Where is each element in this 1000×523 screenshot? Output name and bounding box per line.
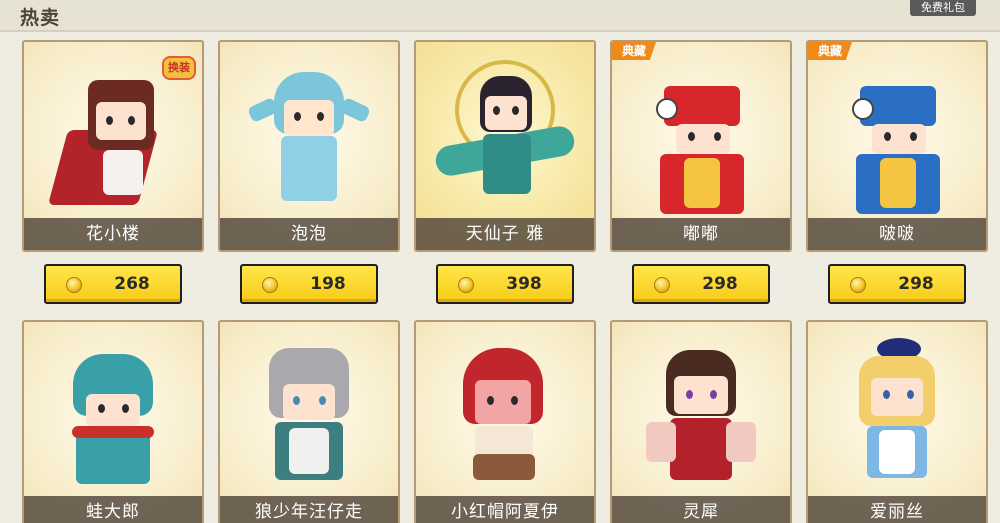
buy-button-5[interactable]: 298: [828, 264, 966, 304]
classic-badge: 典藏: [612, 42, 656, 60]
skin-name: 天仙子 雅: [416, 218, 594, 250]
swap-badge: 换装: [162, 56, 196, 80]
skin-preview: [832, 78, 962, 218]
skin-name: 狼少年汪仔走: [220, 496, 398, 523]
price-label: 198: [310, 274, 346, 294]
skin-preview: [636, 340, 766, 490]
skin-name: 蛙大郎: [24, 496, 202, 523]
coin-icon: [458, 277, 474, 293]
buy-button-1[interactable]: 268: [44, 264, 182, 304]
skin-card-3[interactable]: 天仙子 雅: [414, 40, 596, 252]
price-label: 298: [702, 274, 738, 294]
buy-button-3[interactable]: 398: [436, 264, 574, 304]
section-header: 热卖 免费礼包: [0, 0, 1000, 32]
coin-icon: [850, 277, 866, 293]
buy-button-2[interactable]: 198: [240, 264, 378, 304]
skin-card-8[interactable]: 小红帽阿夏伊: [414, 320, 596, 523]
skin-card-10[interactable]: 爱丽丝: [806, 320, 988, 523]
skin-name: 爱丽丝: [808, 496, 986, 523]
skin-preview: [239, 66, 379, 216]
skin-name: 泡泡: [220, 218, 398, 250]
section-title: 热卖: [20, 7, 61, 29]
skin-preview: [636, 78, 766, 218]
skin-preview: [435, 342, 575, 492]
skin-name: 花小楼: [24, 218, 202, 250]
coin-icon: [654, 277, 670, 293]
coin-icon: [262, 277, 278, 293]
price-label: 268: [114, 274, 150, 294]
skin-card-1[interactable]: 换装 花小楼: [22, 40, 204, 252]
coin-icon: [66, 277, 82, 293]
free-gift-button[interactable]: 免费礼包: [910, 0, 976, 16]
classic-badge: 典藏: [808, 42, 852, 60]
buy-button-4[interactable]: 298: [632, 264, 770, 304]
skin-card-2[interactable]: 泡泡: [218, 40, 400, 252]
skin-preview: [47, 70, 178, 220]
price-label: 398: [506, 274, 542, 294]
skin-preview: [48, 344, 178, 494]
skin-preview: [827, 336, 967, 490]
skin-name: 啵啵: [808, 218, 986, 250]
price-label: 298: [898, 274, 934, 294]
skin-card-7[interactable]: 狼少年汪仔走: [218, 320, 400, 523]
skin-name: 嘟嘟: [612, 218, 790, 250]
product-grid: 换装 花小楼 268 泡泡 198 天仙子 雅 398 典藏 嘟嘟 298 典藏…: [0, 38, 1000, 523]
skin-card-9[interactable]: 灵犀: [610, 320, 792, 523]
skin-name: 小红帽阿夏伊: [416, 496, 594, 523]
skin-preview: [239, 340, 379, 490]
skin-card-5[interactable]: 典藏 啵啵: [806, 40, 988, 252]
skin-card-4[interactable]: 典藏 嘟嘟: [610, 40, 792, 252]
skin-name: 灵犀: [612, 496, 790, 523]
skin-preview: [425, 56, 585, 216]
skin-card-6[interactable]: 蛙大郎: [22, 320, 204, 523]
